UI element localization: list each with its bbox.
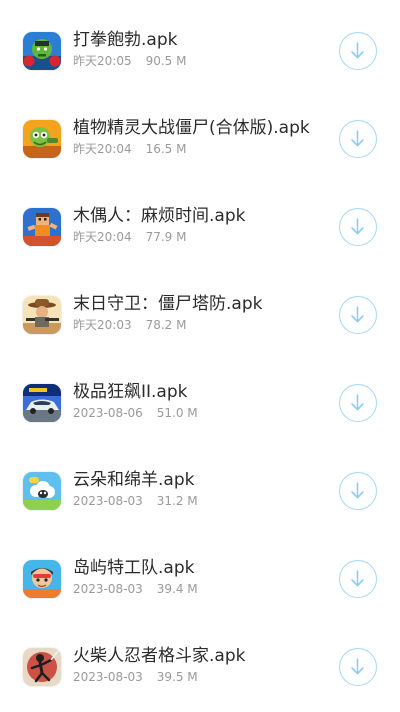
file-size: 77.9 M [145, 230, 187, 244]
download-arrow-icon [351, 570, 364, 587]
file-size: 51.0 M [156, 406, 198, 420]
file-date: 昨天20:05 [73, 54, 132, 68]
list-item[interactable]: 云朵和绵羊.apk 2023-08-03 31.2 M [0, 446, 400, 534]
list-item[interactable]: 岛屿特工队.apk 2023-08-03 39.4 M [0, 534, 400, 622]
sheep-cloud-icon [23, 472, 61, 510]
file-name: 云朵和绵羊.apk [73, 470, 195, 490]
download-arrow-icon [351, 394, 364, 411]
ragdoll-icon [23, 208, 61, 246]
download-arrow-icon [351, 42, 364, 59]
download-button[interactable] [339, 120, 377, 158]
file-size: 16.5 M [145, 142, 187, 156]
file-date: 昨天20:04 [73, 230, 132, 244]
download-arrow-icon [351, 130, 364, 147]
file-date: 2023-08-03 [73, 494, 143, 508]
download-arrow-icon [351, 218, 364, 235]
download-button[interactable] [339, 208, 377, 246]
cowboy-shooter-icon [23, 296, 61, 334]
plants-zombies-icon [23, 120, 61, 158]
file-size: 31.2 M [156, 494, 198, 508]
download-button[interactable] [339, 32, 377, 70]
file-name: 打拳飽勃.apk [73, 30, 178, 50]
list-item[interactable]: 极品狂飙II.apk 2023-08-06 51.0 M [0, 358, 400, 446]
file-name: 植物精灵大战僵尸(合体版).apk [73, 118, 310, 138]
file-meta: 2023-08-03 39.5 M [73, 670, 198, 684]
hulk-boxer-icon [23, 32, 61, 70]
list-item[interactable]: 木偶人：麻烦时间.apk 昨天20:04 77.9 M [0, 182, 400, 270]
file-size: 90.5 M [145, 54, 187, 68]
file-meta: 昨天20:03 78.2 M [73, 318, 186, 332]
download-button[interactable] [339, 384, 377, 422]
download-arrow-icon [351, 658, 364, 675]
file-date: 昨天20:04 [73, 142, 132, 156]
list-item[interactable]: 末日守卫：僵尸塔防.apk 昨天20:03 78.2 M [0, 270, 400, 358]
file-meta: 昨天20:05 90.5 M [73, 54, 186, 68]
file-name: 末日守卫：僵尸塔防.apk [73, 294, 263, 314]
file-size: 39.4 M [156, 582, 198, 596]
list-item[interactable]: 火柴人忍者格斗家.apk 2023-08-03 39.5 M [0, 622, 400, 710]
file-date: 昨天20:03 [73, 318, 132, 332]
file-name: 火柴人忍者格斗家.apk [73, 646, 246, 666]
download-button[interactable] [339, 296, 377, 334]
download-button[interactable] [339, 472, 377, 510]
file-size: 39.5 M [156, 670, 198, 684]
file-meta: 昨天20:04 77.9 M [73, 230, 186, 244]
file-date: 2023-08-06 [73, 406, 143, 420]
download-arrow-icon [351, 306, 364, 323]
file-date: 2023-08-03 [73, 670, 143, 684]
file-name: 极品狂飙II.apk [73, 382, 188, 402]
download-arrow-icon [351, 482, 364, 499]
file-meta: 昨天20:04 16.5 M [73, 142, 186, 156]
download-list: 打拳飽勃.apk 昨天20:05 90.5 M 植物精灵大战僵尸(合体版).ap… [0, 0, 400, 712]
race-car-icon [23, 384, 61, 422]
stickman-ninja-icon [23, 648, 61, 686]
file-name: 木偶人：麻烦时间.apk [73, 206, 246, 226]
list-item[interactable]: 植物精灵大战僵尸(合体版).apk 昨天20:04 16.5 M [0, 94, 400, 182]
file-size: 78.2 M [145, 318, 187, 332]
download-button[interactable] [339, 648, 377, 686]
download-button[interactable] [339, 560, 377, 598]
file-meta: 2023-08-06 51.0 M [73, 406, 198, 420]
file-name: 岛屿特工队.apk [73, 558, 195, 578]
file-meta: 2023-08-03 31.2 M [73, 494, 198, 508]
island-agent-icon [23, 560, 61, 598]
file-meta: 2023-08-03 39.4 M [73, 582, 198, 596]
file-date: 2023-08-03 [73, 582, 143, 596]
list-item[interactable]: 打拳飽勃.apk 昨天20:05 90.5 M [0, 6, 400, 94]
